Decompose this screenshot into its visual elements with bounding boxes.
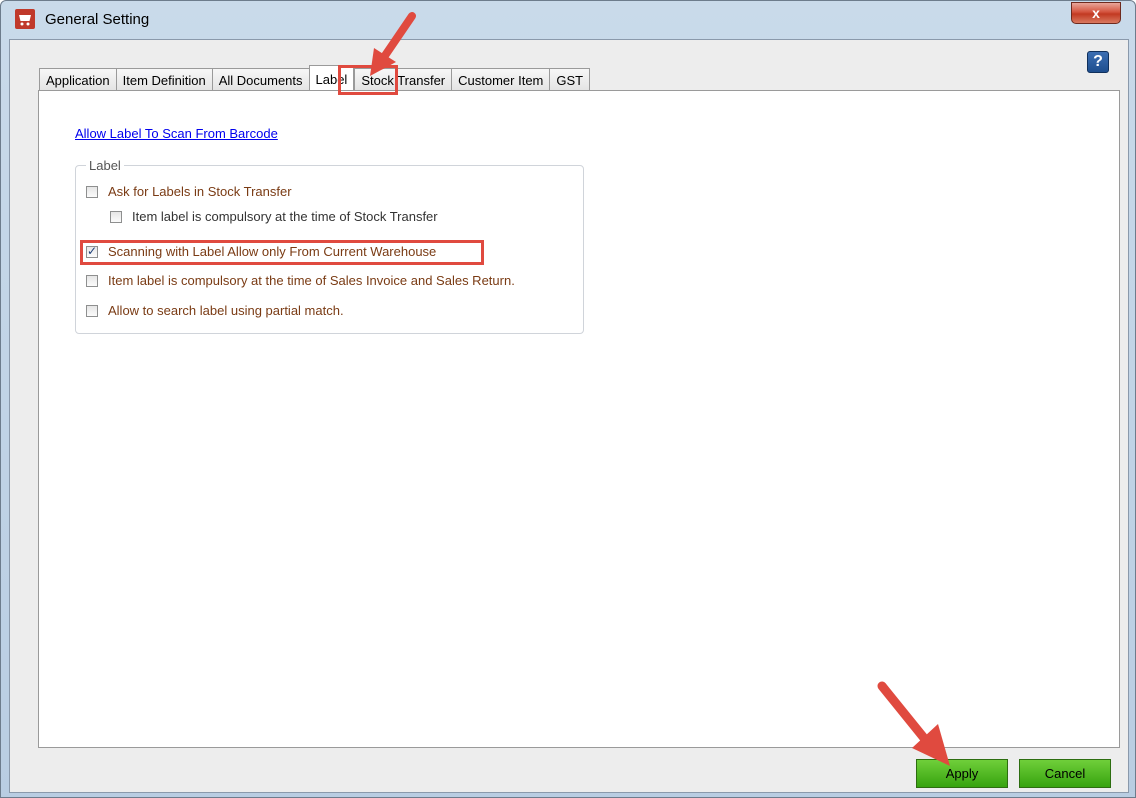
checkbox-checked[interactable] [86,244,98,258]
checkbox[interactable] [110,210,122,223]
option-label-compulsory-sales[interactable]: Item label is compulsory at the time of … [86,273,515,288]
window-title: General Setting [45,11,150,28]
checkbox[interactable] [86,185,98,198]
tab-application[interactable]: Application [39,68,116,91]
tab-all-documents[interactable]: All Documents [211,68,309,91]
cancel-button[interactable]: Cancel [1019,759,1111,788]
option-partial-match-search[interactable]: Allow to search label using partial matc… [86,303,344,318]
tab-gst[interactable]: GST [549,68,591,91]
settings-tabs: Application Item Definition All Document… [39,65,591,91]
option-label: Item label is compulsory at the time of … [132,209,438,224]
groupbox-title: Label [86,158,124,173]
cart-icon [15,9,35,29]
tab-customer-item[interactable]: Customer Item [451,68,550,91]
checkbox[interactable] [86,304,98,317]
label-tab-panel: Allow Label To Scan From Barcode Label A… [38,90,1120,748]
close-button[interactable]: x [1071,2,1121,24]
option-label: Item label is compulsory at the time of … [108,273,515,288]
option-ask-labels-stock-transfer[interactable]: Ask for Labels in Stock Transfer [86,184,292,199]
annotation-arrow-apply [877,681,950,766]
option-scan-current-warehouse[interactable]: Scanning with Label Allow only From Curr… [80,240,484,265]
help-button[interactable]: ? [1087,51,1109,73]
option-label-compulsory-stock-transfer[interactable]: Item label is compulsory at the time of … [110,209,438,224]
annotation-arrow-tab [370,12,416,76]
tab-item-definition[interactable]: Item Definition [115,68,212,91]
checkbox[interactable] [86,274,98,287]
label-groupbox: Label Ask for Labels in Stock Transfer I… [75,158,584,334]
allow-label-scan-link[interactable]: Allow Label To Scan From Barcode [75,126,278,141]
annotation-highlight-box [80,240,484,265]
option-label: Allow to search label using partial matc… [108,303,344,318]
title-bar[interactable]: General Setting x [1,1,1135,39]
option-label: Ask for Labels in Stock Transfer [108,184,292,199]
